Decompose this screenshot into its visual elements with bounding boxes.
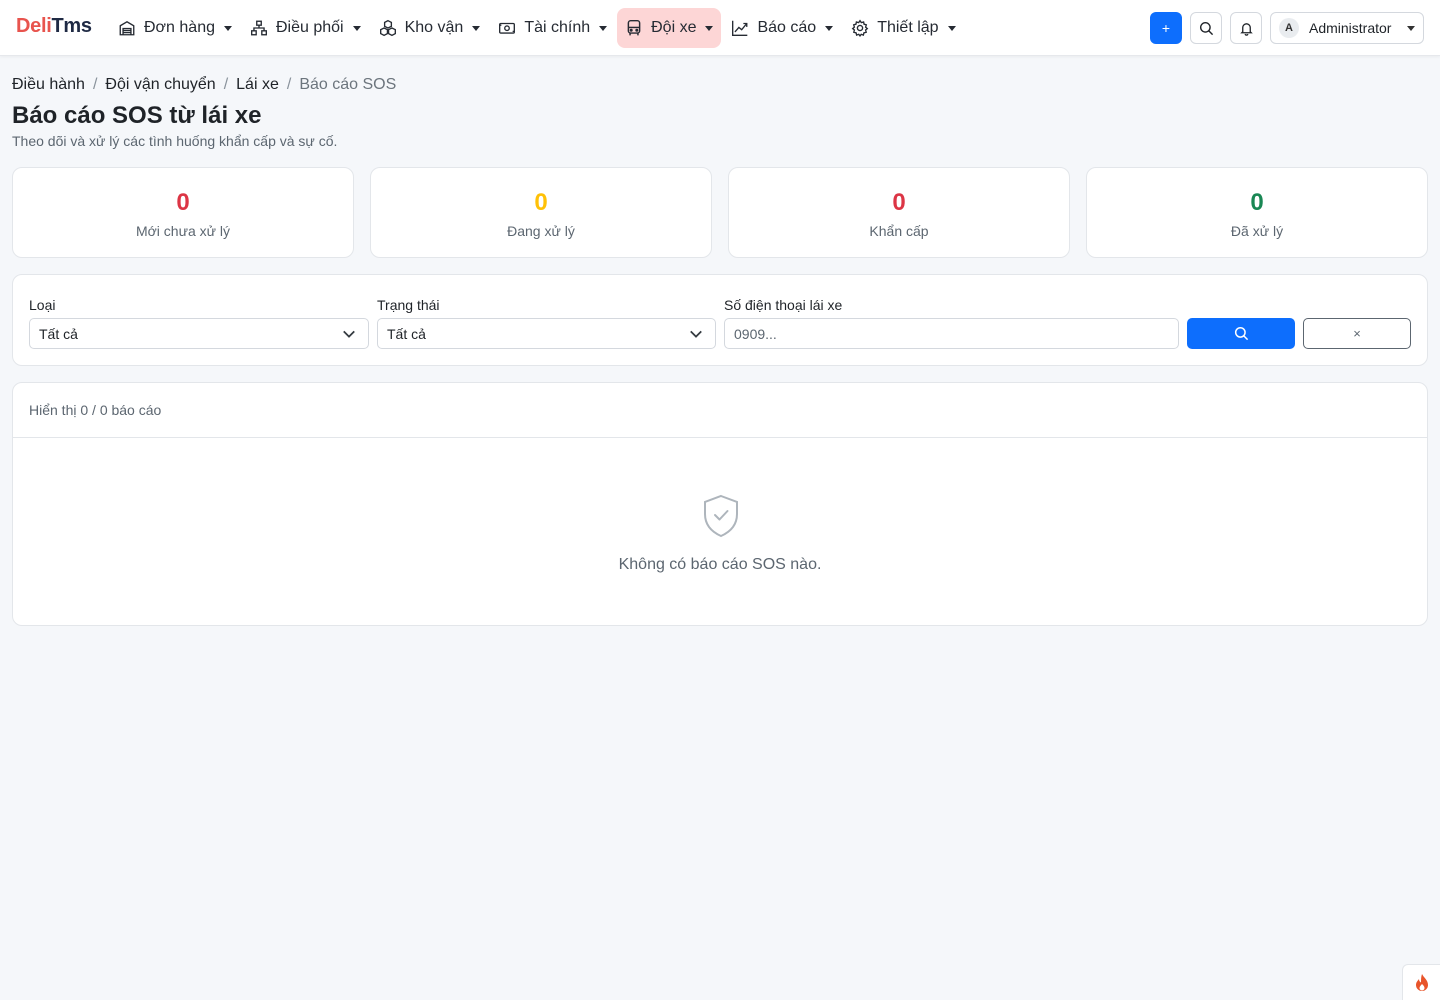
graph-up-icon <box>731 19 749 37</box>
nav-item-label: Đơn hàng <box>144 19 215 36</box>
stat-label: Đang xử lý <box>507 223 575 239</box>
plus-icon: + <box>1161 20 1171 36</box>
stat-value: 0 <box>534 189 548 216</box>
caret-down-icon <box>352 25 361 31</box>
close-icon: × <box>1353 326 1361 341</box>
breadcrumb-separator: / <box>286 76 292 93</box>
network-icon <box>250 19 268 37</box>
main-menu: Đơn hàng Điều phối Kho vận Tài chính Đội… <box>110 8 966 48</box>
search-icon <box>1234 326 1248 341</box>
type-select-value: Tất cả <box>39 325 78 342</box>
brand-part-tms: Tms <box>51 15 92 37</box>
page-title: Báo cáo SOS từ lái xe <box>12 102 262 129</box>
stats-row: 0 Mới chưa xử lý 0 Đang xử lý 0 Khẩn cấp… <box>12 167 1428 258</box>
nav-item-finance[interactable]: Tài chính <box>490 8 615 48</box>
nav-item-fleet[interactable]: Đội xe <box>617 8 722 48</box>
stat-value: 0 <box>176 189 190 216</box>
notifications-button[interactable] <box>1230 12 1262 44</box>
top-navbar: DeliTms Đơn hàng Điều phối Kho vận Tài c… <box>0 0 1440 56</box>
stat-label: Khẩn cấp <box>869 223 929 239</box>
nav-item-warehouse[interactable]: Kho vận <box>371 8 489 48</box>
results-card: Hiển thị 0 / 0 báo cáo Không có báo cáo … <box>12 382 1428 626</box>
breadcrumb-separator: / <box>92 76 98 93</box>
status-select[interactable]: Tất cả <box>377 318 716 349</box>
bus-icon <box>625 19 643 37</box>
breadcrumb: Điều hành / Đội vận chuyển / Lái xe / Bá… <box>12 76 396 94</box>
breadcrumb-separator: / <box>223 76 229 93</box>
status-select-value: Tất cả <box>387 325 426 342</box>
breadcrumb-current: Báo cáo SOS <box>299 76 397 93</box>
navbar-actions: + A Administrator <box>1150 12 1424 44</box>
stat-value: 0 <box>892 189 906 216</box>
bell-icon <box>1239 22 1253 36</box>
nav-item-reports[interactable]: Báo cáo <box>723 8 841 48</box>
search-icon <box>1199 21 1213 35</box>
nav-item-settings[interactable]: Thiết lập <box>843 8 963 48</box>
nav-item-label: Điều phối <box>275 19 344 36</box>
nav-item-label: Tài chính <box>524 19 591 36</box>
nav-item-label: Đội xe <box>651 19 697 36</box>
type-filter-label: Loại <box>29 297 56 313</box>
nav-item-label: Báo cáo <box>757 19 817 36</box>
flame-icon <box>1415 973 1428 991</box>
debug-toolbar-toggle[interactable] <box>1402 964 1440 1000</box>
brand-part-deli: Deli <box>16 15 52 37</box>
nav-item-label: Kho vận <box>404 19 464 36</box>
phone-filter-label: Số điện thoại lái xe <box>724 297 843 313</box>
stat-card-urgent: 0 Khẩn cấp <box>728 167 1070 258</box>
chevron-down-icon <box>690 330 702 338</box>
stat-card-resolved: 0 Đã xử lý <box>1086 167 1428 258</box>
results-summary: Hiển thị 0 / 0 báo cáo <box>13 383 1427 438</box>
stat-label: Mới chưa xử lý <box>135 223 231 239</box>
stat-value: 0 <box>1250 189 1264 216</box>
nav-item-label: Thiết lập <box>877 19 939 36</box>
boxes-icon <box>379 19 397 37</box>
breadcrumb-item[interactable]: Lái xe <box>236 76 279 94</box>
filter-card: Loại Tất cả Trạng thái Tất cả Số điện th… <box>12 274 1428 366</box>
search-submit-button[interactable] <box>1187 318 1295 349</box>
type-select[interactable]: Tất cả <box>29 318 369 349</box>
stat-card-processing: 0 Đang xử lý <box>370 167 712 258</box>
warehouse-icon <box>118 19 136 37</box>
breadcrumb-item[interactable]: Đội vận chuyển <box>105 76 215 94</box>
user-name: Administrator <box>1309 20 1392 36</box>
avatar: A <box>1279 18 1299 38</box>
cash-icon <box>498 19 516 37</box>
driver-phone-input[interactable] <box>724 318 1179 349</box>
chevron-down-icon <box>343 330 355 338</box>
stat-label: Đã xử lý <box>1230 223 1284 239</box>
caret-down-icon <box>705 25 714 31</box>
caret-down-icon <box>947 25 956 31</box>
breadcrumb-item[interactable]: Điều hành <box>12 76 85 94</box>
search-button[interactable] <box>1190 12 1222 44</box>
caret-down-icon <box>1407 25 1415 31</box>
status-filter-label: Trạng thái <box>377 297 440 313</box>
brand-logo[interactable]: DeliTms <box>16 15 92 38</box>
caret-down-icon <box>223 25 232 31</box>
clear-filter-button[interactable]: × <box>1303 318 1411 349</box>
page-subtitle: Theo dõi và xử lý các tình huống khẩn cấ… <box>12 133 338 149</box>
shield-check-icon <box>704 494 738 538</box>
caret-down-icon <box>825 25 834 31</box>
caret-down-icon <box>472 25 481 31</box>
caret-down-icon <box>599 25 608 31</box>
nav-item-dispatch[interactable]: Điều phối <box>242 8 369 48</box>
user-menu-button[interactable]: A Administrator <box>1270 12 1424 44</box>
nav-item-orders[interactable]: Đơn hàng <box>110 8 240 48</box>
stat-card-new: 0 Mới chưa xử lý <box>12 167 354 258</box>
gear-icon <box>851 19 869 37</box>
empty-state-message: Không có báo cáo SOS nào. <box>618 556 822 573</box>
add-new-button[interactable]: + <box>1150 12 1182 44</box>
